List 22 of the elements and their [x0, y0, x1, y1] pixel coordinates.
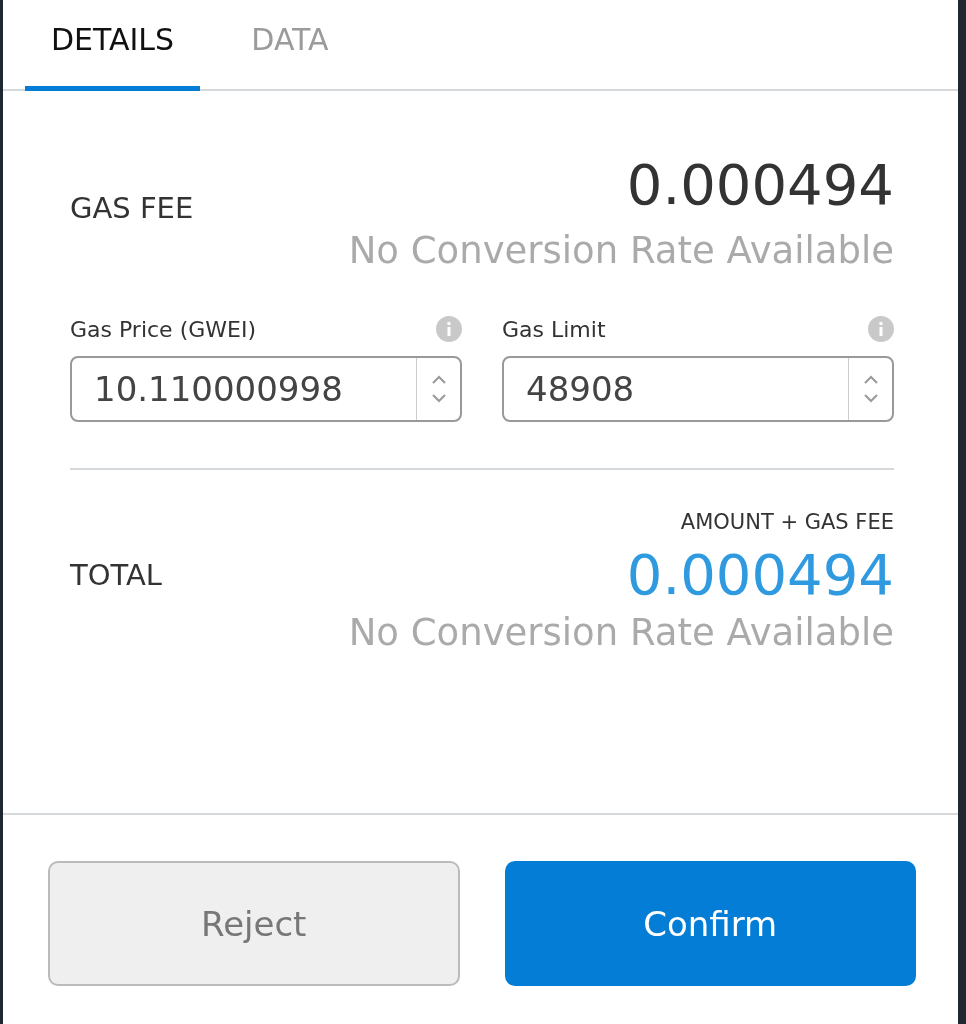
conversion-note: No Conversion Rate Available — [347, 611, 894, 654]
stepper-down-icon[interactable] — [431, 394, 446, 403]
value-input[interactable]: 48908 — [504, 358, 848, 420]
tab[interactable]: DETAILS — [25, 0, 200, 91]
total-label: TOTAL — [70, 557, 162, 592]
info-icon — [436, 316, 462, 342]
stepper-down-icon[interactable] — [863, 394, 878, 403]
number-field[interactable]: 48908 — [502, 356, 894, 422]
field-label: Gas Limit — [502, 316, 606, 342]
gas-fee-value: 0.000494 — [626, 151, 894, 217]
field-label: Gas Price (GWEI) — [70, 316, 256, 342]
info-icon — [868, 316, 894, 342]
value-input[interactable]: 10.110000998 — [72, 358, 416, 420]
gas-fee-label: GAS FEE — [70, 191, 194, 225]
stepper-up-icon[interactable] — [431, 375, 446, 384]
stepper-up-icon[interactable] — [863, 375, 878, 384]
conversion-note: No Conversion Rate Available — [347, 229, 894, 272]
reject-button[interactable]: Reject — [48, 861, 460, 986]
total-caption: AMOUNT + GAS FEE — [679, 510, 894, 534]
number-field[interactable]: 10.110000998 — [70, 356, 462, 422]
confirm-button[interactable]: Confirm — [504, 861, 916, 986]
total-value: 0.000494 — [626, 542, 894, 607]
